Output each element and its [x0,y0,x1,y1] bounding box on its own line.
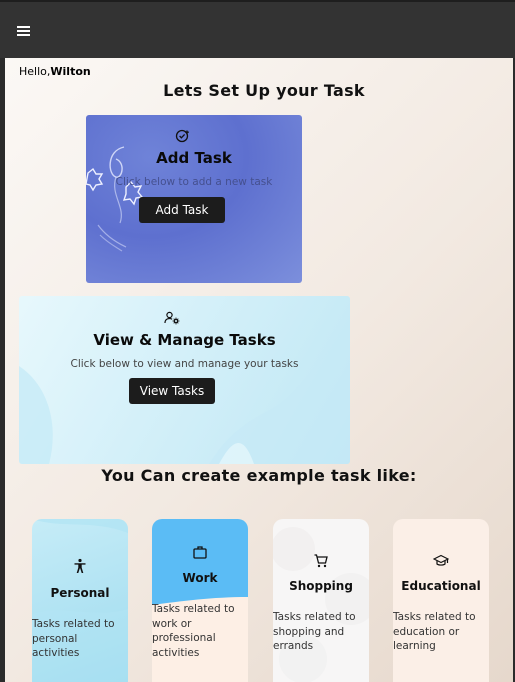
user-name: Wilton [50,65,91,78]
example-desc-shopping: Tasks related to shopping and errands [273,611,356,652]
add-task-subtitle: Click below to add a new task [115,176,273,188]
example-card-educational[interactable]: Educational Tasks related to education o… [393,519,489,682]
hamburger-menu-icon[interactable] [14,22,34,40]
add-task-card: Add Task Click below to add a new task A… [86,115,302,283]
greeting: Hello,Wilton [19,65,91,78]
shopping-cart-icon [314,554,328,568]
briefcase-icon [193,546,207,559]
example-title-personal: Personal [50,586,110,600]
accessibility-person-icon [74,558,86,573]
add-task-button[interactable]: Add Task [139,197,225,223]
example-desc-personal: Tasks related to personal activities [32,618,115,659]
example-title-shopping: Shopping [289,579,353,593]
example-card-personal[interactable]: Personal Tasks related to personal activ… [32,519,128,682]
view-tasks-button[interactable]: View Tasks [129,378,215,404]
top-app-bar [0,0,515,58]
main-content: Hello,Wilton Lets Set Up your Task Add T… [5,58,513,682]
example-desc-work: Tasks related to work or professional ac… [152,603,235,659]
view-manage-title: View & Manage Tasks [93,331,276,349]
card-decoration [273,527,369,682]
setup-heading: Lets Set Up your Task [163,81,365,100]
greeting-prefix: Hello, [19,65,51,78]
example-card-work[interactable]: Work Tasks related to work or profession… [152,519,248,682]
view-manage-card: View & Manage Tasks Click below to view … [19,296,350,464]
example-card-shopping[interactable]: Shopping Tasks related to shopping and e… [273,519,369,682]
examples-heading: You Can create example task like: [101,466,417,485]
view-manage-subtitle: Click below to view and manage your task… [70,358,299,370]
manage-tasks-icon [164,311,180,325]
add-task-icon [175,129,189,143]
example-title-educational: Educational [401,579,481,593]
example-title-work: Work [182,571,218,585]
graduation-cap-icon [433,554,449,566]
add-task-title: Add Task [156,149,232,167]
example-desc-educational: Tasks related to education or learning [393,611,476,652]
